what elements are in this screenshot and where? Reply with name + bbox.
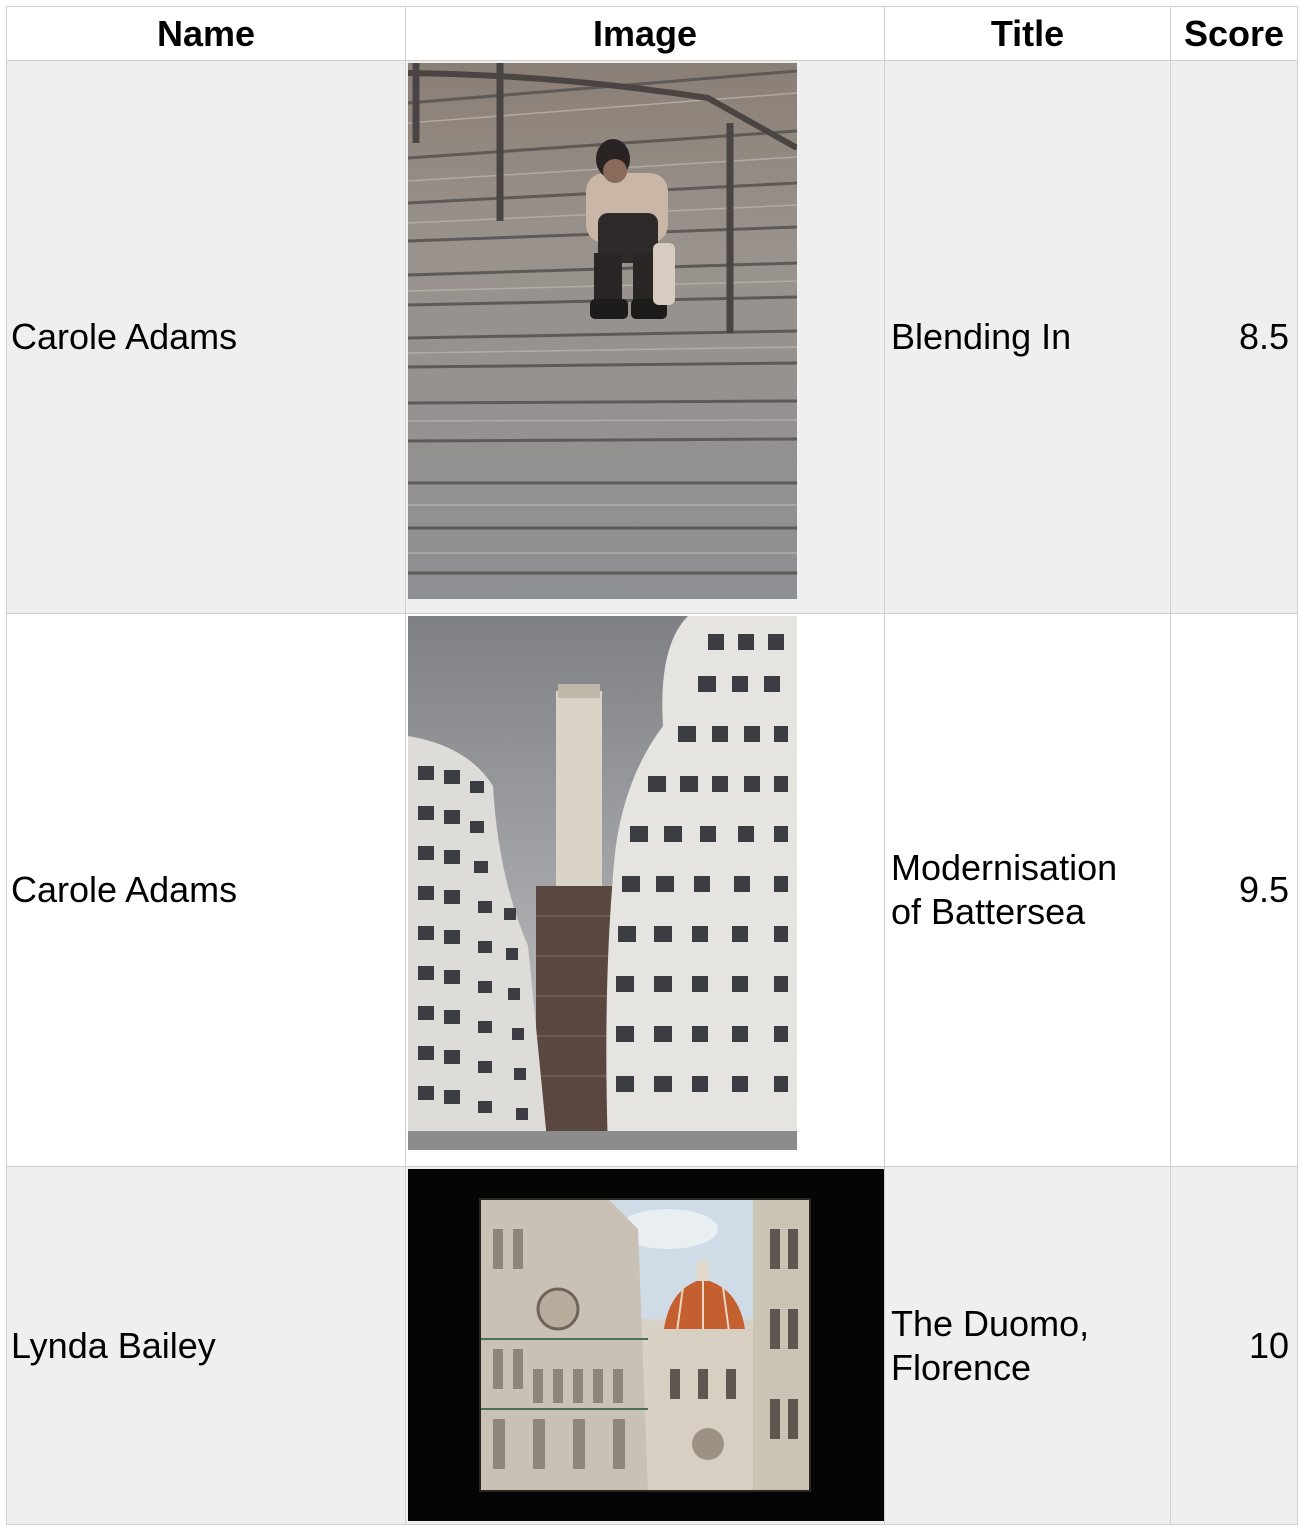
entry-score: 8.5 bbox=[1170, 60, 1298, 614]
entry-title: The Duomo, Florence bbox=[884, 1166, 1171, 1525]
entry-score: 9.5 bbox=[1170, 613, 1298, 1167]
table-row: Carole Adams bbox=[6, 60, 1298, 614]
entry-title-line: of Battersea bbox=[891, 891, 1086, 932]
entry-score: 10 bbox=[1170, 1166, 1298, 1525]
entry-title-line: Florence bbox=[891, 1346, 1032, 1388]
entry-name: Lynda Bailey bbox=[6, 1166, 406, 1525]
header-score: Score bbox=[1170, 6, 1298, 61]
entry-title-line: Modernisation bbox=[891, 847, 1118, 888]
entry-image-cell bbox=[405, 1166, 885, 1525]
battersea-photo bbox=[408, 616, 797, 1150]
entry-title: Blending In bbox=[884, 60, 1171, 614]
entry-title: Modernisation of Battersea bbox=[884, 613, 1171, 1167]
header-row: Name Image Title Score bbox=[6, 6, 1298, 61]
header-title: Title bbox=[884, 6, 1171, 61]
entry-name: Carole Adams bbox=[6, 613, 406, 1167]
entry-image-cell bbox=[405, 613, 885, 1167]
entry-name: Carole Adams bbox=[6, 60, 406, 614]
duomo-photo bbox=[408, 1169, 884, 1521]
competition-results-table: Name Image Title Score Carole Adams Blen… bbox=[6, 6, 1298, 1525]
table-row: Carole Adams bbox=[6, 613, 1298, 1167]
header-name: Name bbox=[6, 6, 406, 61]
header-image: Image bbox=[405, 6, 885, 61]
table-row: Lynda Bailey The Duomo, Florence 10 bbox=[6, 1166, 1298, 1525]
entry-image-cell bbox=[405, 60, 885, 614]
entry-title-line: The Duomo, bbox=[891, 1302, 1090, 1344]
steps-photo bbox=[408, 63, 797, 599]
